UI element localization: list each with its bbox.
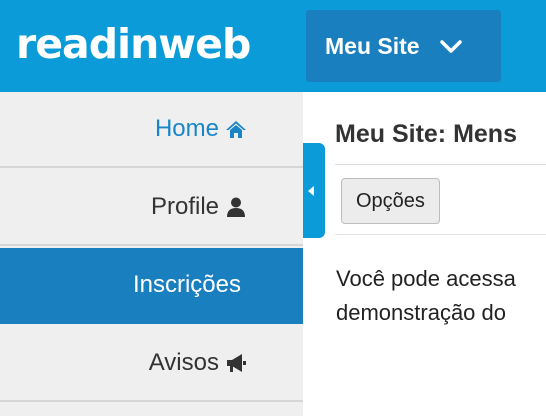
paragraph-line: demonstração do: [336, 300, 506, 325]
paragraph-line: Você pode acessa: [336, 266, 516, 291]
sidebar-item-inscricoes[interactable]: Inscrições: [0, 248, 303, 324]
sidebar-item-avisos[interactable]: Avisos: [0, 326, 303, 402]
chevron-down-icon: [439, 34, 463, 58]
sidebar-collapse-toggle[interactable]: [303, 143, 325, 238]
sidebar-item-label: Avisos: [148, 349, 219, 376]
logo[interactable]: readinweb: [16, 16, 251, 72]
site-selector-label: Meu Site: [325, 32, 420, 59]
divider: [335, 234, 546, 235]
megaphone-icon: [225, 352, 247, 374]
site-selector-button[interactable]: Meu Site: [306, 10, 501, 82]
home-icon: [225, 118, 247, 140]
page-title: Meu Site: Mens: [335, 120, 517, 148]
sidebar-item-label: Home: [154, 115, 219, 142]
sidebar: Home Profile Inscrições Avisos: [0, 92, 303, 416]
options-button[interactable]: Opções: [341, 178, 440, 224]
sidebar-item-home[interactable]: Home: [0, 92, 303, 168]
top-header: readinweb Meu Site: [0, 0, 546, 92]
divider: [335, 164, 546, 165]
chevron-left-icon: [308, 186, 314, 196]
main-content: Meu Site: Mens Opções Você pode acessa d…: [325, 92, 546, 416]
user-icon: [225, 196, 247, 218]
intro-paragraph: Você pode acessa demonstração do: [336, 262, 546, 330]
sidebar-item-profile[interactable]: Profile: [0, 170, 303, 246]
sidebar-item-label: Profile: [150, 193, 219, 220]
sidebar-item-label: Inscrições: [132, 271, 241, 298]
